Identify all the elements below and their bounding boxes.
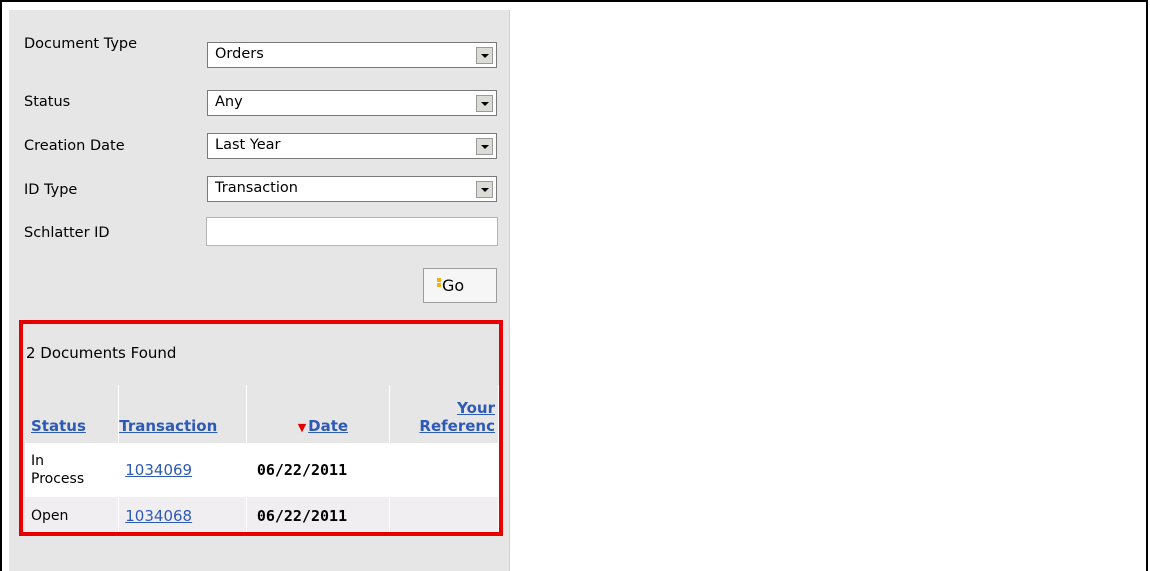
row-date: 06/22/2011	[246, 497, 390, 532]
row-status: In Process	[25, 443, 120, 497]
document-type-label-text: Document Type	[24, 36, 138, 52]
table-row: In Process 1034069 06/22/2011	[25, 443, 499, 497]
row-reference	[389, 443, 499, 497]
chevron-down-icon[interactable]	[476, 47, 493, 64]
id-type-value: Transaction	[215, 180, 298, 196]
id-type-select[interactable]: Transaction	[207, 176, 497, 202]
header-ref-line2: Referenc	[419, 417, 495, 435]
id-type-label: ID Type	[24, 182, 78, 198]
document-type-select[interactable]: Orders	[207, 42, 497, 68]
go-arrow-icon	[437, 278, 441, 292]
header-date[interactable]: ▼ Date	[246, 385, 390, 443]
header-date-link[interactable]: Date	[308, 417, 348, 435]
row-transaction-link[interactable]: 1034069	[118, 443, 247, 497]
row-date: 06/22/2011	[246, 443, 390, 497]
schlatter-id-input[interactable]	[206, 217, 498, 246]
results-header-row: Status Transaction ▼ Date Your Referenc	[25, 385, 499, 443]
schlatter-id-label: Schlatter ID	[24, 225, 110, 241]
header-ref-line1: Your	[457, 399, 495, 417]
go-button[interactable]: Go	[423, 268, 497, 303]
document-type-label: Document Type	[24, 34, 184, 54]
row-transaction-link[interactable]: 1034068	[118, 497, 247, 532]
creation-date-label: Creation Date	[24, 138, 125, 154]
status-value: Any	[215, 94, 243, 110]
status-select[interactable]: Any	[207, 90, 497, 116]
chevron-down-icon[interactable]	[476, 95, 493, 112]
status-label: Status	[24, 94, 71, 110]
creation-date-value: Last Year	[215, 137, 281, 153]
go-button-label: Go	[442, 276, 465, 295]
results-count: 2 Documents Found	[26, 344, 177, 362]
sort-desc-icon: ▼	[297, 421, 307, 434]
header-transaction-link[interactable]: Transaction	[119, 417, 217, 435]
row-status-line1: In	[31, 453, 45, 469]
table-row: Open 1034068 06/22/2011	[25, 497, 499, 532]
header-status[interactable]: Status	[25, 385, 120, 443]
chevron-down-icon[interactable]	[476, 138, 493, 155]
results-highlight-box: 2 Documents Found Status Transaction ▼ Da…	[19, 320, 503, 536]
row-status: Open	[25, 497, 120, 532]
results-table: Status Transaction ▼ Date Your Referenc I…	[25, 385, 499, 532]
header-transaction[interactable]: Transaction	[118, 385, 247, 443]
row-status-line2: Process	[31, 471, 85, 487]
creation-date-select[interactable]: Last Year	[207, 133, 497, 159]
chevron-down-icon[interactable]	[476, 181, 493, 198]
header-status-link[interactable]: Status	[31, 417, 86, 435]
document-type-value: Orders	[215, 46, 264, 62]
row-reference	[389, 497, 499, 532]
header-your-reference-link[interactable]: Your Referenc	[393, 399, 495, 435]
header-your-reference[interactable]: Your Referenc	[389, 385, 499, 443]
